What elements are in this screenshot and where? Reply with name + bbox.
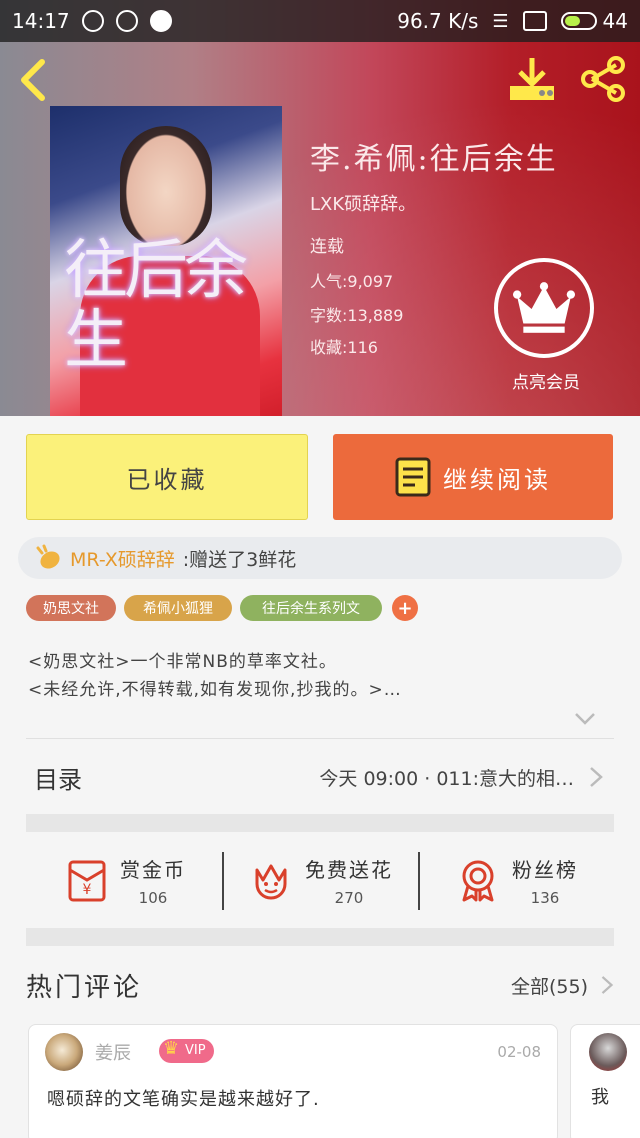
intro-line: <奶思文社>一个非常NB的草率文社。 bbox=[28, 652, 337, 672]
vip-tag: VIP bbox=[159, 1037, 214, 1063]
stat-count: 270 bbox=[334, 888, 364, 907]
stat-count: 136 bbox=[530, 888, 560, 907]
wifi-icon: ☰ bbox=[492, 10, 509, 32]
download-icon bbox=[510, 58, 554, 100]
add-tag-button[interactable]: + bbox=[392, 595, 418, 621]
app-notification-icon bbox=[115, 10, 138, 32]
book-favorites: 收藏:116 bbox=[310, 338, 378, 357]
comment-date: 02-08 bbox=[497, 1043, 541, 1061]
top-nav bbox=[0, 52, 640, 108]
book-word-count: 字数:13,889 bbox=[310, 306, 404, 325]
book-status: 连载 bbox=[310, 237, 344, 257]
continue-reading-button[interactable]: 继续阅读 bbox=[333, 434, 613, 520]
status-bar: 14:17 96.7 K/s ☰ 44 bbox=[0, 0, 640, 42]
avatar[interactable] bbox=[45, 1033, 83, 1071]
chevron-right-icon bbox=[601, 976, 614, 994]
tag-item[interactable]: 奶思文社 bbox=[26, 595, 116, 621]
book-popularity: 人气:9,097 bbox=[310, 272, 394, 291]
all-comments-link[interactable]: 全部(55) bbox=[511, 972, 616, 999]
continue-reading-label: 继续阅读 bbox=[443, 465, 551, 494]
netease-icon bbox=[81, 10, 104, 32]
stat-count: 106 bbox=[138, 888, 168, 907]
avatar[interactable] bbox=[589, 1033, 627, 1071]
book-icon bbox=[395, 457, 431, 497]
toc-label: 目录 bbox=[34, 765, 82, 794]
tag-item[interactable]: 往后余生系列文 bbox=[240, 595, 382, 621]
comment-card[interactable]: 姜辰 VIP 02-08 嗯硕辞的文笔确实是越来越好了. bbox=[28, 1024, 558, 1138]
comment-author[interactable]: 姜辰 bbox=[95, 1039, 131, 1065]
fan-rank-button[interactable]: 粉丝榜 136 bbox=[418, 832, 614, 928]
svg-text:¥: ¥ bbox=[83, 882, 92, 898]
book-intro[interactable]: <奶思文社>一个非常NB的草率文社。 <未经允许,不得转载,如有发现你,抄我的。… bbox=[28, 648, 618, 704]
book-cover: 往后余生 bbox=[50, 106, 282, 416]
comment-card[interactable]: 我 bbox=[570, 1024, 640, 1138]
latest-chapter: 今天 09:00 · 011:意大的相… bbox=[319, 767, 574, 790]
cover-figure-face bbox=[120, 126, 212, 246]
battery-indicator: 44 bbox=[560, 9, 628, 33]
network-speed: 96.7 K/s bbox=[397, 9, 479, 33]
stats-row: ¥ 赏金币 106 免费送花 270 粉丝榜 136 bbox=[26, 832, 614, 928]
cover-title-art: 往后余生 bbox=[64, 234, 248, 378]
section-gap bbox=[26, 814, 614, 832]
book-hero: 14:17 96.7 K/s ☰ 44 往后余生 李.希佩:往后余生 LXK硕辞… bbox=[0, 0, 640, 416]
vip-label[interactable]: 点亮会员 bbox=[496, 368, 596, 393]
battery-level: 44 bbox=[602, 9, 628, 33]
expand-chevron-icon[interactable] bbox=[574, 710, 596, 728]
stat-label: 粉丝榜 bbox=[512, 857, 578, 882]
screen-icon bbox=[522, 11, 547, 31]
collected-label: 已收藏 bbox=[126, 465, 208, 494]
book-title: 李.希佩:往后余生 bbox=[310, 142, 558, 177]
stat-label: 免费送花 bbox=[305, 857, 393, 882]
qq-icon bbox=[149, 10, 172, 32]
free-flowers-button[interactable]: 免费送花 270 bbox=[222, 832, 418, 928]
stat-label: 赏金币 bbox=[120, 857, 186, 882]
collected-button[interactable]: 已收藏 bbox=[26, 434, 308, 520]
battery-icon bbox=[560, 12, 597, 30]
gift-message: :赠送了3鲜花 bbox=[182, 548, 297, 571]
back-button[interactable] bbox=[14, 56, 54, 104]
chevron-right-icon bbox=[590, 767, 603, 787]
gift-sender[interactable]: MR-X硕辞辞 bbox=[70, 545, 175, 572]
crown-icon bbox=[513, 282, 575, 333]
back-chevron-icon bbox=[21, 59, 45, 101]
all-comments-label: 全部(55) bbox=[510, 975, 588, 998]
gift-banner[interactable]: MR-X硕辞辞 :赠送了3鲜花 bbox=[18, 537, 622, 579]
divider bbox=[26, 738, 614, 739]
flower-icon bbox=[255, 864, 287, 900]
tag-item[interactable]: 希佩小狐狸 bbox=[124, 595, 232, 621]
reward-coins-button[interactable]: ¥ 赏金币 106 bbox=[26, 832, 222, 928]
medal-icon bbox=[462, 860, 494, 902]
hot-comments-header: 热门评论 全部(55) bbox=[26, 960, 616, 1010]
book-author[interactable]: LXK硕辞辞。 bbox=[310, 190, 416, 216]
flower-gift-icon bbox=[36, 544, 60, 569]
status-time: 14:17 bbox=[12, 9, 70, 33]
share-icon bbox=[581, 56, 625, 102]
vip-badge-button[interactable] bbox=[494, 258, 594, 358]
download-button[interactable] bbox=[506, 54, 558, 104]
red-envelope-icon: ¥ bbox=[68, 860, 106, 902]
hot-comments-title: 热门评论 bbox=[26, 972, 143, 1003]
comment-body: 嗯硕辞的文笔确实是越来越好了. bbox=[47, 1089, 320, 1110]
comment-body: 我 bbox=[591, 1087, 609, 1108]
section-gap bbox=[26, 928, 614, 946]
intro-line: <未经允许,不得转载,如有发现你,抄我的。>… bbox=[28, 680, 402, 700]
share-button[interactable] bbox=[578, 54, 628, 104]
toc-row[interactable]: 目录 今天 09:00 · 011:意大的相… bbox=[26, 744, 614, 810]
